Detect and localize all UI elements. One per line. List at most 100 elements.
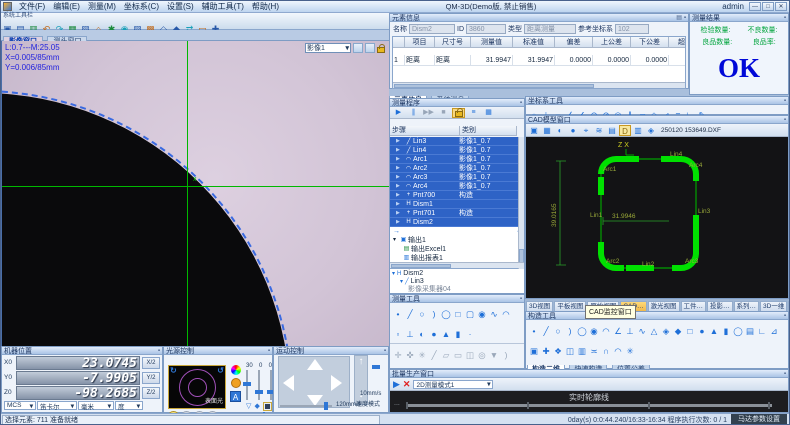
measure-tool-icon[interactable]: ╱ — [404, 309, 416, 320]
pin-icon[interactable]: ▪ — [784, 371, 786, 377]
close-button[interactable]: ✕ — [775, 2, 787, 11]
view-tab[interactable]: 工件… — [681, 301, 707, 311]
fast-forward-button[interactable]: ▶▶ — [422, 108, 435, 118]
menu-settings[interactable]: 设置(S) — [163, 1, 198, 12]
cad-tool-icon[interactable]: ▣ — [528, 125, 540, 136]
pause-program-button[interactable]: ∥ — [407, 108, 420, 118]
pin-icon[interactable]: ▪ — [158, 348, 160, 354]
menu-file[interactable]: 文件(F) — [15, 1, 49, 12]
light-slider[interactable] — [258, 370, 260, 400]
jog-right-button[interactable] — [331, 375, 342, 391]
measure-tool-3d-icon[interactable]: ▫ — [392, 329, 404, 340]
construct-tool-icon[interactable]: ◫ — [564, 346, 576, 357]
cad-viewport[interactable]: Z X 31.9946 39.0165 Arc1 — [526, 137, 788, 298]
lock-program-button[interactable] — [452, 108, 465, 118]
construct-tool-icon[interactable]: ∠ — [612, 326, 624, 337]
x-half-button[interactable]: X/2 — [142, 357, 160, 369]
measure-tool-3d-icon[interactable]: ⊥ — [404, 329, 416, 340]
measure-tool-icon[interactable]: ) — [428, 309, 440, 320]
construct-tool-icon[interactable]: • — [528, 326, 540, 337]
construct-tool-icon[interactable]: ╱ — [540, 326, 552, 337]
xy-speed-slider[interactable] — [280, 405, 332, 407]
timeline-track[interactable] — [406, 404, 772, 407]
cad-tool-icon[interactable]: ◈ — [645, 125, 657, 136]
construct-tool-icon[interactable]: ◠ — [600, 326, 612, 337]
construct-tool-icon[interactable]: ◯ — [576, 326, 588, 337]
pin-icon[interactable]: ▪ — [784, 117, 786, 123]
measure-tool-3d-icon[interactable]: · — [464, 329, 476, 340]
cad-tool-icon[interactable]: ▤ — [606, 125, 618, 136]
menu-edit[interactable]: 编辑(E) — [49, 1, 84, 12]
table-row[interactable]: 1距离距离31.994731.99470.00000.00000.00000.0… — [393, 55, 685, 73]
measure-mode-select[interactable]: 2D测量模式1▾ — [413, 380, 493, 389]
view-tab[interactable]: 3D视图 — [526, 301, 553, 311]
measure-tool-icon[interactable]: ○ — [416, 309, 428, 320]
program-horizontal-scrollbar[interactable] — [390, 262, 524, 268]
rotate-light-icon[interactable]: ↻ — [170, 366, 177, 375]
view-tab[interactable]: 扫描视图 — [788, 301, 789, 311]
id-field[interactable]: 3860 — [466, 24, 506, 34]
measure-tool-icon[interactable]: • — [392, 309, 404, 320]
view-tab[interactable]: 平板视图 — [554, 301, 586, 311]
cad-tool-icon[interactable]: ⌖ — [580, 125, 592, 136]
funnel-icon[interactable]: ▽ — [246, 402, 251, 411]
construct-tool-icon[interactable]: ▲ — [708, 326, 720, 337]
construct-tool-icon[interactable]: ⊿ — [768, 326, 780, 337]
lock-icon[interactable] — [377, 47, 385, 53]
jog-pad[interactable] — [278, 356, 350, 408]
view-tab[interactable]: 3D一维 — [760, 301, 787, 311]
rotate-light-icon[interactable]: ↺ — [217, 366, 224, 375]
program-step-row[interactable]: ▶+Pnt701构造 — [390, 209, 524, 218]
construct-tool-icon[interactable]: ∿ — [636, 326, 648, 337]
measure-tool-icon[interactable]: ∿ — [488, 309, 500, 320]
menu-coordinate[interactable]: 坐标系(C) — [120, 1, 163, 12]
camera-source-select[interactable]: 影像1▾ — [305, 43, 351, 53]
camera-settings-button[interactable] — [353, 43, 363, 53]
construct-tool-icon[interactable]: ∟ — [756, 326, 768, 337]
ring-light-diagram[interactable]: ↻ ↺ 表面光 — [168, 365, 226, 409]
view-tab[interactable]: 系列… — [734, 301, 760, 311]
construct-tool-icon[interactable]: ▮ — [720, 326, 732, 337]
construct-tool-icon[interactable]: ◈ — [660, 326, 672, 337]
construct-tool-icon[interactable]: ◯ — [732, 326, 744, 337]
batch-run-button[interactable]: ▶ — [393, 379, 400, 390]
measure-tool-3d-icon[interactable]: ● — [428, 329, 440, 340]
list-view-button[interactable]: ≡ — [467, 108, 480, 118]
construct-tool-icon[interactable]: ❖ — [552, 346, 564, 357]
realtime-timeline[interactable]: 实时轮廓线 ... — [390, 391, 788, 412]
pin-icon[interactable]: ▪ — [268, 348, 270, 354]
batch-abort-button[interactable]: ✕ — [403, 379, 411, 390]
lamp-icon[interactable]: ◆ — [255, 402, 260, 411]
light-slider[interactable] — [246, 370, 248, 400]
construct-tool-icon[interactable]: ⊥ — [624, 326, 636, 337]
construct-tool-icon[interactable]: ◠ — [612, 346, 624, 357]
type-field[interactable]: 距离测量 — [524, 24, 576, 34]
pin-icon[interactable]: ▪ — [684, 15, 686, 21]
coordinate-system-select[interactable]: MCS▾ — [4, 401, 36, 410]
pin-icon[interactable]: ▪ — [784, 15, 786, 21]
pin-icon[interactable]: ▪ — [520, 296, 522, 302]
grid-view-button[interactable]: ▦ — [482, 108, 495, 118]
program-step-list[interactable]: ▶╱Lin3影像1_0.7 ▶╱Lin4影像1_0.7 ▶◠Arc1影像1_0.… — [390, 137, 524, 268]
pin-icon[interactable]: ▪ — [520, 100, 522, 106]
view-tab[interactable]: 投影… — [707, 301, 733, 311]
construct-tool-icon[interactable]: ● — [696, 326, 708, 337]
measure-tool-3d-icon[interactable]: ◐ — [416, 329, 428, 340]
cad-dxf-icon[interactable]: D — [619, 125, 631, 136]
output-report-row[interactable]: ▥输出报表1 — [390, 253, 524, 262]
warm-light-icon[interactable] — [231, 378, 241, 388]
measure-tool-icon[interactable]: ▢ — [464, 309, 476, 320]
construct-tool-icon[interactable]: ▤ — [744, 326, 756, 337]
construct-tool-icon[interactable]: ∩ — [600, 346, 612, 357]
construct-tool-icon[interactable]: ✳ — [624, 346, 636, 357]
construct-tool-icon[interactable]: ▣ — [528, 346, 540, 357]
cad-tool-icon[interactable]: ▥ — [632, 125, 644, 136]
measure-tool-3d-icon[interactable]: ▲ — [440, 329, 452, 340]
construct-tool-icon[interactable]: ○ — [552, 326, 564, 337]
cad-tool-icon[interactable]: ● — [567, 125, 579, 136]
measure-tool-icon[interactable]: ◠ — [500, 309, 512, 320]
pin-icon[interactable]: ▪ — [384, 348, 386, 354]
cad-tool-icon[interactable]: ▦ — [541, 125, 553, 136]
measure-tool-icon[interactable]: □ — [452, 309, 464, 320]
cad-tool-icon[interactable]: ◐ — [554, 125, 566, 136]
